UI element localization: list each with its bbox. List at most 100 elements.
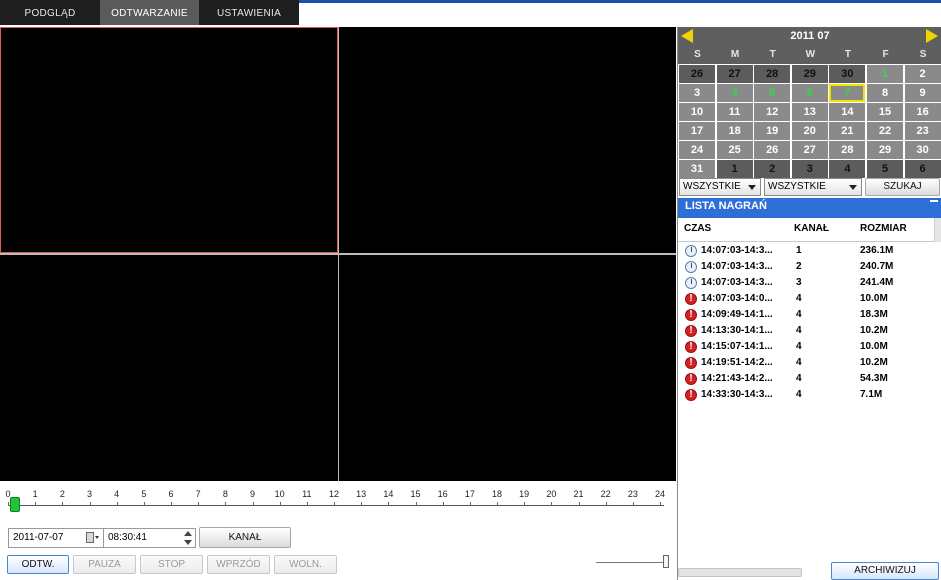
calendar-day[interactable]: 30 bbox=[829, 65, 866, 83]
calendar-day[interactable]: 27 bbox=[791, 141, 828, 159]
calendar-day[interactable]: 28 bbox=[754, 65, 791, 83]
volume-slider-knob[interactable] bbox=[663, 555, 669, 568]
list-item[interactable]: 14:09:49-14:1... 4 18.3M bbox=[682, 308, 934, 324]
calendar-dropdown-icon[interactable] bbox=[86, 532, 100, 544]
minimize-icon[interactable] bbox=[930, 200, 938, 202]
calendar-day[interactable]: 25 bbox=[716, 141, 753, 159]
calendar-day[interactable]: 29 bbox=[791, 65, 828, 83]
calendar-day[interactable]: 6 bbox=[904, 160, 941, 178]
calendar-day[interactable]: 16 bbox=[904, 103, 941, 121]
calendar-day[interactable]: 11 bbox=[716, 103, 753, 121]
calendar-day[interactable]: 27 bbox=[716, 65, 753, 83]
next-month-icon[interactable] bbox=[926, 29, 938, 43]
slow-button[interactable]: WOLN. bbox=[274, 555, 337, 574]
timeline-hour-label: 23 bbox=[627, 489, 638, 499]
tab-settings[interactable]: USTAWIENIA bbox=[199, 0, 299, 25]
tab-playback[interactable]: ODTWARZANIE bbox=[100, 0, 199, 25]
calendar-day[interactable]: 3 bbox=[679, 84, 715, 102]
calendar-day[interactable]: 10 bbox=[679, 103, 715, 121]
recording-size: 241.4M bbox=[860, 277, 894, 288]
tab-live-view[interactable]: PODGLĄD bbox=[0, 0, 100, 25]
previous-month-icon[interactable] bbox=[681, 29, 693, 43]
calendar-day[interactable]: 6 bbox=[791, 84, 828, 102]
horizontal-scrollbar[interactable] bbox=[678, 568, 802, 577]
timeline-position-knob[interactable] bbox=[9, 497, 20, 512]
calendar-day[interactable]: 19 bbox=[754, 122, 791, 140]
timeline-tick bbox=[660, 502, 661, 506]
calendar-day[interactable]: 4 bbox=[716, 84, 753, 102]
calendar-day[interactable]: 5 bbox=[867, 160, 903, 178]
record-type-select[interactable]: WSZYSTKIE bbox=[679, 178, 761, 196]
calendar-day[interactable]: 18 bbox=[716, 122, 753, 140]
list-item[interactable]: 14:07:03-14:3... 1 236.1M bbox=[682, 244, 934, 260]
side-panel: 2011 07 SMTWTFS 26 27 28 29 30 1 2 3 4 5 6 7 8 9 10 11 1… bbox=[677, 27, 941, 580]
calendar-day[interactable]: 26 bbox=[679, 65, 715, 83]
timeline-hour-label: 15 bbox=[410, 489, 421, 499]
calendar-day[interactable]: 26 bbox=[754, 141, 791, 159]
list-item[interactable]: 14:21:43-14:2... 4 54.3M bbox=[682, 372, 934, 388]
calendar-day[interactable]: 1 bbox=[867, 65, 903, 83]
calendar-day[interactable]: 24 bbox=[679, 141, 715, 159]
calendar-day-selected[interactable]: 7 bbox=[829, 84, 866, 102]
calendar-day[interactable]: 21 bbox=[829, 122, 866, 140]
timeline-tick bbox=[361, 502, 363, 506]
recording-channel: 4 bbox=[796, 341, 802, 352]
calendar-day[interactable]: 28 bbox=[829, 141, 866, 159]
alert-icon bbox=[685, 325, 697, 337]
timeline-hour-label: 14 bbox=[383, 489, 394, 499]
channel-filter-select[interactable]: WSZYSTKIE bbox=[764, 178, 862, 196]
forward-button[interactable]: WPRZÓD bbox=[207, 555, 270, 574]
calendar-day[interactable]: 5 bbox=[754, 84, 791, 102]
calendar-day[interactable]: 30 bbox=[904, 141, 941, 159]
time-value: 08:30:41 bbox=[108, 532, 147, 543]
list-item[interactable]: 14:07:03-14:0... 4 10.0M bbox=[682, 292, 934, 308]
list-scrollbar[interactable] bbox=[934, 218, 941, 242]
archive-button[interactable]: ARCHIWIZUJ bbox=[831, 562, 939, 580]
video-channel-1[interactable] bbox=[0, 27, 338, 253]
time-spinner-icon[interactable] bbox=[183, 530, 193, 546]
recording-size: 10.0M bbox=[860, 293, 888, 304]
timeline-hour-label: 24 bbox=[654, 489, 666, 499]
list-item[interactable]: 14:19:51-14:2... 4 10.2M bbox=[682, 356, 934, 372]
video-channel-4[interactable] bbox=[339, 255, 676, 481]
calendar-day[interactable]: 8 bbox=[867, 84, 903, 102]
calendar-day[interactable]: 2 bbox=[754, 160, 791, 178]
stop-button[interactable]: STOP bbox=[140, 555, 203, 574]
calendar-day[interactable]: 31 bbox=[679, 160, 715, 178]
column-header-size[interactable]: ROZMIAR bbox=[860, 223, 907, 234]
column-header-channel[interactable]: KANAŁ bbox=[794, 223, 829, 234]
video-channel-2[interactable] bbox=[339, 27, 676, 253]
date-picker[interactable]: 2011-07-07 bbox=[8, 528, 104, 548]
recording-size: 10.2M bbox=[860, 357, 888, 368]
calendar-day[interactable]: 15 bbox=[867, 103, 903, 121]
timeline-bar[interactable]: 0 1 2 3 4 5 6 7 8 9 10 11 12 13 14 15 16 17 18 19 20 21 22 23 24 bbox=[0, 486, 676, 516]
column-header-time[interactable]: CZAS bbox=[684, 223, 711, 234]
list-item[interactable]: 14:13:30-14:1... 4 10.2M bbox=[682, 324, 934, 340]
calendar-day[interactable]: 1 bbox=[716, 160, 753, 178]
volume-track[interactable] bbox=[596, 562, 666, 563]
pause-button[interactable]: PAUZA bbox=[73, 555, 136, 574]
timeline-tick bbox=[143, 502, 145, 506]
channel-button[interactable]: KANAŁ bbox=[199, 527, 291, 548]
calendar-day[interactable]: 20 bbox=[791, 122, 828, 140]
calendar-day[interactable]: 23 bbox=[904, 122, 941, 140]
play-button[interactable]: ODTW. bbox=[7, 555, 69, 574]
calendar-day[interactable]: 22 bbox=[867, 122, 903, 140]
calendar-day[interactable]: 4 bbox=[829, 160, 866, 178]
time-field[interactable]: 08:30:41 bbox=[103, 528, 196, 548]
calendar-day[interactable]: 29 bbox=[867, 141, 903, 159]
list-item[interactable]: 14:07:03-14:3... 3 241.4M bbox=[682, 276, 934, 292]
calendar-day[interactable]: 13 bbox=[791, 103, 828, 121]
calendar-day[interactable]: 14 bbox=[829, 103, 866, 121]
calendar-day[interactable]: 12 bbox=[754, 103, 791, 121]
list-item[interactable]: 14:15:07-14:1... 4 10.0M bbox=[682, 340, 934, 356]
calendar-day[interactable]: 9 bbox=[904, 84, 941, 102]
calendar-day[interactable]: 17 bbox=[679, 122, 715, 140]
calendar-day[interactable]: 3 bbox=[791, 160, 828, 178]
list-item[interactable]: 14:33:30-14:3... 4 7.1M bbox=[682, 388, 934, 404]
timeline-tick bbox=[442, 502, 444, 506]
video-channel-3[interactable] bbox=[0, 255, 338, 481]
list-item[interactable]: 14:07:03-14:3... 2 240.7M bbox=[682, 260, 934, 276]
search-button[interactable]: SZUKAJ bbox=[865, 178, 940, 196]
calendar-day[interactable]: 2 bbox=[904, 65, 941, 83]
